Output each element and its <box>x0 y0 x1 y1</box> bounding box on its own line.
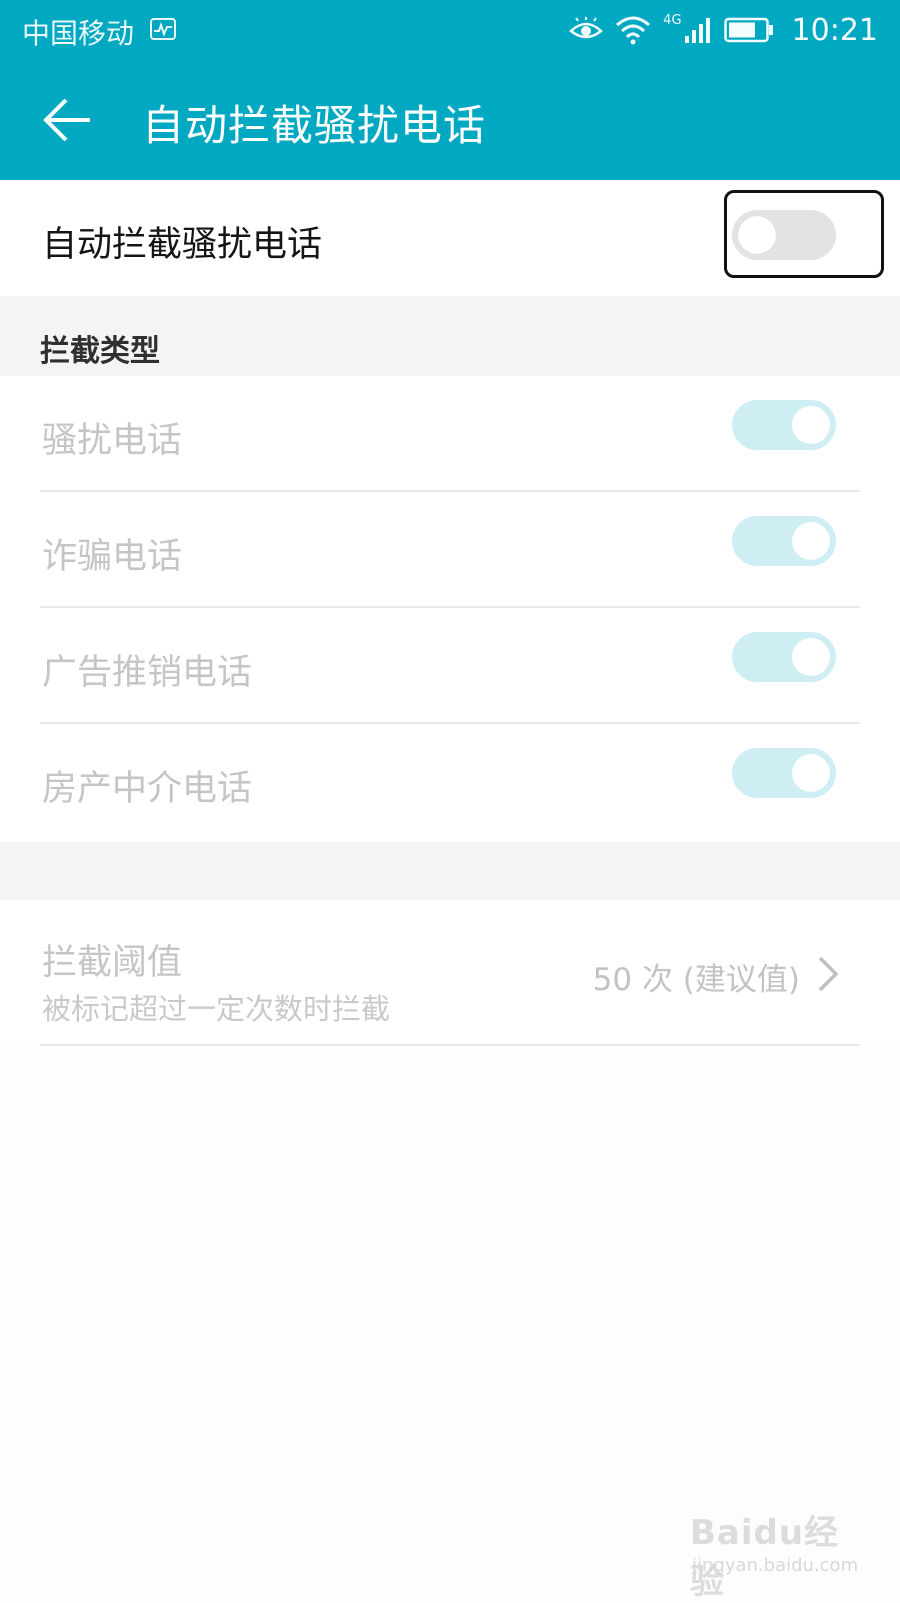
list-item-label: 房产中介电话 <box>42 769 253 809</box>
status-icons: 4G 10:21 <box>569 10 878 50</box>
watermark-url: jingyan.baidu.com <box>692 1555 859 1576</box>
page-title: 自动拦截骚扰电话 <box>142 101 487 150</box>
threshold-row[interactable]: 拦截阈值 被标记超过一定次数时拦截 50 次 (建议值) <box>0 900 900 1046</box>
toggle-knob <box>792 754 830 792</box>
section-header: 拦截类型 <box>0 296 900 376</box>
eye-comfort-icon <box>569 17 604 39</box>
threshold-title: 拦截阈值 <box>42 943 183 983</box>
watermark-text: Baidu经验 <box>690 1513 840 1602</box>
auto-block-toggle[interactable] <box>732 210 836 260</box>
section-gap <box>0 842 900 900</box>
battery-icon <box>723 17 773 43</box>
auto-block-label: 自动拦截骚扰电话 <box>42 225 323 265</box>
list-item-label: 广告推销电话 <box>42 653 253 693</box>
chevron-right-icon <box>818 956 839 992</box>
wifi-icon <box>616 16 651 45</box>
toggle-knob <box>738 216 776 254</box>
threshold-value: 50 次 (建议值) <box>592 962 800 998</box>
baidu-watermark: Baidu经验 jingyan.baidu.com <box>690 1505 870 1602</box>
divider <box>40 1044 860 1046</box>
carrier-name: 中国移动 <box>22 17 135 50</box>
list-item-label: 诈骗电话 <box>42 537 183 577</box>
activity-icon <box>150 18 176 40</box>
fraud-toggle[interactable] <box>732 516 836 566</box>
clock: 10:21 <box>791 12 878 48</box>
real-estate-toggle[interactable] <box>732 748 836 798</box>
list-item-real-estate[interactable]: 房产中介电话 <box>0 724 900 840</box>
auto-block-row[interactable]: 自动拦截骚扰电话 <box>0 180 900 296</box>
list-item-harassment[interactable]: 骚扰电话 <box>0 376 900 492</box>
toggle-knob <box>792 638 830 676</box>
list-item-label: 骚扰电话 <box>42 421 183 461</box>
intercept-type-list: 骚扰电话 诈骗电话 广告推销电话 房产中介电话 <box>0 376 900 842</box>
toggle-knob <box>792 522 830 560</box>
list-item-advertising[interactable]: 广告推销电话 <box>0 608 900 724</box>
back-arrow-icon[interactable] <box>40 92 96 148</box>
network-type: 4G <box>663 12 682 28</box>
list-item-fraud[interactable]: 诈骗电话 <box>0 492 900 608</box>
app-bar: 自动拦截骚扰电话 <box>0 62 900 180</box>
toggle-knob <box>792 406 830 444</box>
signal-icon <box>684 18 710 43</box>
advertising-toggle[interactable] <box>732 632 836 682</box>
harassment-toggle[interactable] <box>732 400 836 450</box>
threshold-subtitle: 被标记超过一定次数时拦截 <box>42 992 391 1026</box>
section-title-intercept-types: 拦截类型 <box>40 334 160 369</box>
status-bar: 中国移动 4G 10:21 <box>0 0 900 62</box>
